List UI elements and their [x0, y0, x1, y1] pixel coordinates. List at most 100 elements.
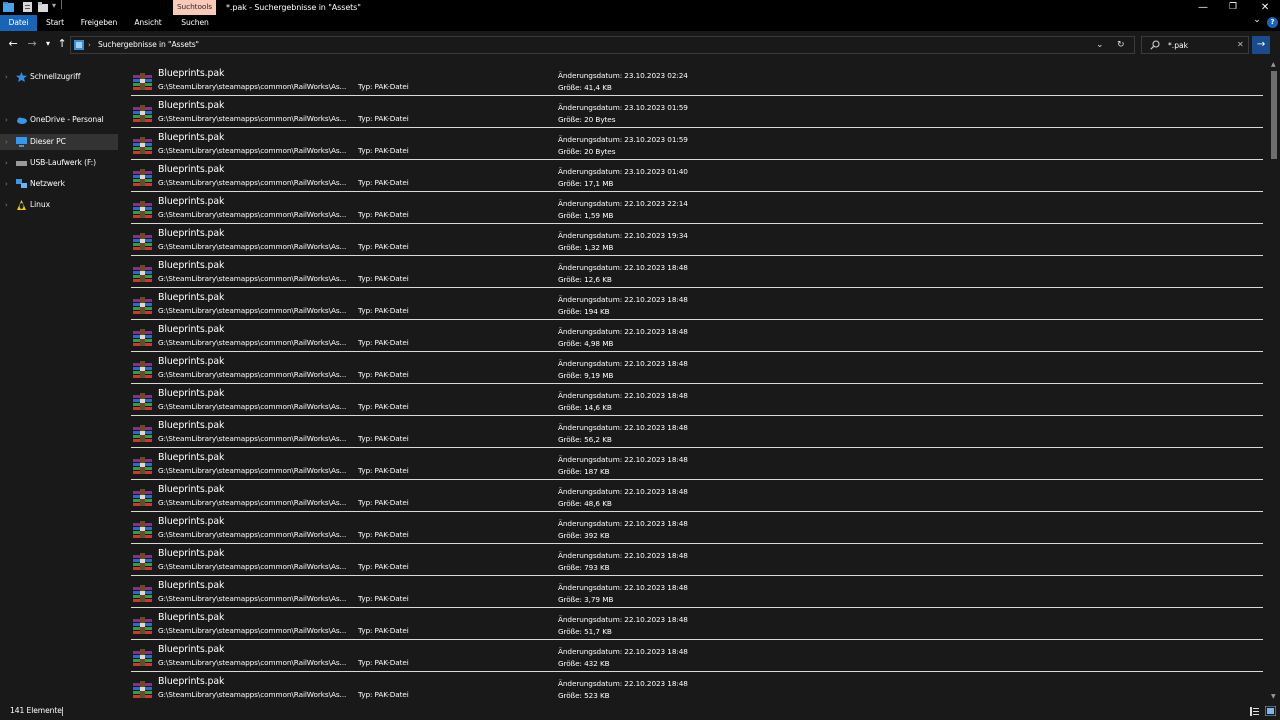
- result-row[interactable]: Blueprints.pak G:\SteamLibrary\steamapps\…: [131, 608, 1263, 640]
- result-row[interactable]: Blueprints.pak G:\SteamLibrary\steamapps\…: [131, 96, 1263, 128]
- file-name: Blueprints.pak: [158, 260, 225, 271]
- search-go-button[interactable]: →: [1252, 36, 1270, 54]
- recent-locations-icon[interactable]: ▾: [41, 37, 55, 51]
- qat-dropdown-icon[interactable]: ▾: [52, 1, 56, 10]
- result-row[interactable]: Blueprints.pak G:\SteamLibrary\steamapps\…: [131, 64, 1263, 96]
- address-dropdown-icon[interactable]: ⌄: [1096, 37, 1104, 53]
- file-modified-date: Änderungsdatum: 22.10.2023 18:48: [558, 679, 688, 688]
- archive-file-icon: [133, 553, 152, 570]
- result-row[interactable]: Blueprints.pak G:\SteamLibrary\steamapps\…: [131, 160, 1263, 192]
- expand-chevron-icon[interactable]: ›: [5, 134, 8, 150]
- nav-item-onedrive[interactable]: › OneDrive - Personal: [0, 112, 118, 128]
- properties-icon[interactable]: [23, 2, 32, 12]
- large-icons-view-icon[interactable]: [1265, 706, 1276, 716]
- search-clear-icon[interactable]: ✕: [1237, 37, 1244, 53]
- tab-freigeben[interactable]: Freigeben: [76, 15, 122, 31]
- file-path: G:\SteamLibrary\steamapps\common\RailWor…: [158, 626, 347, 635]
- expand-chevron-icon[interactable]: ›: [5, 112, 8, 128]
- file-type: Typ: PAK-Datei: [358, 498, 409, 507]
- file-path: G:\SteamLibrary\steamapps\common\RailWor…: [158, 370, 347, 379]
- file-path: G:\SteamLibrary\steamapps\common\RailWor…: [158, 338, 347, 347]
- file-size: Größe: 56,2 KB: [558, 435, 612, 444]
- result-row[interactable]: Blueprints.pak G:\SteamLibrary\steamapps\…: [131, 512, 1263, 544]
- vertical-scrollbar[interactable]: ▲ ▼: [1268, 59, 1280, 702]
- tab-start[interactable]: Start: [38, 15, 72, 31]
- scrollbar-thumb[interactable]: [1271, 71, 1277, 159]
- tab-datei[interactable]: Datei: [0, 15, 37, 31]
- file-modified-date: Änderungsdatum: 22.10.2023 18:48: [558, 487, 688, 496]
- network-icon: [16, 179, 27, 188]
- nav-item-netzwerk[interactable]: › Netzwerk: [0, 176, 118, 192]
- help-icon[interactable]: ?: [1267, 17, 1278, 28]
- address-bar[interactable]: › Suchergebnisse in "Assets" ⌄ ↻: [70, 36, 1135, 54]
- file-modified-date: Änderungsdatum: 22.10.2023 18:48: [558, 327, 688, 336]
- expand-chevron-icon[interactable]: ›: [5, 155, 8, 171]
- result-row[interactable]: Blueprints.pak G:\SteamLibrary\steamapps\…: [131, 288, 1263, 320]
- tab-suchen[interactable]: Suchen: [175, 15, 215, 31]
- back-button[interactable]: ←: [6, 37, 20, 51]
- nav-item-linux[interactable]: › Linux: [0, 197, 118, 213]
- scroll-down-icon[interactable]: ▼: [1271, 693, 1276, 700]
- file-type: Typ: PAK-Datei: [358, 530, 409, 539]
- result-row[interactable]: Blueprints.pak G:\SteamLibrary\steamapps\…: [131, 256, 1263, 288]
- archive-file-icon: [133, 105, 152, 122]
- search-input[interactable]: [1168, 38, 1234, 52]
- file-name: Blueprints.pak: [158, 516, 225, 527]
- new-folder-icon[interactable]: [38, 2, 48, 12]
- restore-button[interactable]: ❐: [1218, 0, 1248, 15]
- file-path: G:\SteamLibrary\steamapps\common\RailWor…: [158, 498, 347, 507]
- file-path: G:\SteamLibrary\steamapps\common\RailWor…: [158, 82, 347, 91]
- file-size: Größe: 793 KB: [558, 563, 610, 572]
- file-size: Größe: 20 Bytes: [558, 147, 616, 156]
- expand-chevron-icon[interactable]: ›: [5, 176, 8, 192]
- file-type: Typ: PAK-Datei: [358, 178, 409, 187]
- result-row[interactable]: Blueprints.pak G:\SteamLibrary\steamapps\…: [131, 224, 1263, 256]
- result-row[interactable]: Blueprints.pak G:\SteamLibrary\steamapps\…: [131, 192, 1263, 224]
- details-view-icon[interactable]: [1250, 707, 1259, 716]
- search-box[interactable]: ✕: [1141, 36, 1249, 54]
- archive-file-icon: [133, 265, 152, 282]
- tab-ansicht[interactable]: Ansicht: [127, 15, 169, 31]
- result-row[interactable]: Blueprints.pak G:\SteamLibrary\steamapps\…: [131, 384, 1263, 416]
- result-row[interactable]: Blueprints.pak G:\SteamLibrary\steamapps\…: [131, 416, 1263, 448]
- file-name: Blueprints.pak: [158, 452, 225, 463]
- archive-file-icon: [133, 521, 152, 538]
- nav-item-schnellzugriff[interactable]: › Schnellzugriff: [0, 69, 118, 85]
- archive-file-icon: [133, 489, 152, 506]
- archive-file-icon: [133, 137, 152, 154]
- result-row[interactable]: Blueprints.pak G:\SteamLibrary\steamapps\…: [131, 576, 1263, 608]
- result-row[interactable]: Blueprints.pak G:\SteamLibrary\steamapps\…: [131, 544, 1263, 576]
- window-title: *.pak - Suchergebnisse in "Assets": [226, 3, 361, 12]
- result-row[interactable]: Blueprints.pak G:\SteamLibrary\steamapps\…: [131, 448, 1263, 480]
- ribbon-expand-icon[interactable]: ⌄: [1250, 12, 1264, 28]
- result-row[interactable]: Blueprints.pak G:\SteamLibrary\steamapps\…: [131, 128, 1263, 160]
- refresh-icon[interactable]: ↻: [1117, 37, 1125, 53]
- file-type: Typ: PAK-Datei: [358, 210, 409, 219]
- result-row[interactable]: Blueprints.pak G:\SteamLibrary\steamapps\…: [131, 480, 1263, 512]
- item-count: 141 Elemente: [10, 706, 62, 715]
- breadcrumb[interactable]: Suchergebnisse in "Assets": [98, 37, 199, 53]
- expand-chevron-icon[interactable]: ›: [5, 69, 8, 85]
- scroll-up-icon[interactable]: ▲: [1271, 61, 1276, 68]
- archive-file-icon: [133, 649, 152, 666]
- file-path: G:\SteamLibrary\steamapps\common\RailWor…: [158, 402, 347, 411]
- file-size: Größe: 41,4 KB: [558, 83, 612, 92]
- forward-button[interactable]: →: [25, 37, 39, 51]
- file-type: Typ: PAK-Datei: [358, 306, 409, 315]
- result-row[interactable]: Blueprints.pak G:\SteamLibrary\steamapps\…: [131, 352, 1263, 384]
- expand-chevron-icon[interactable]: ›: [5, 197, 8, 213]
- minimize-button[interactable]: —: [1188, 0, 1218, 15]
- archive-file-icon: [133, 201, 152, 218]
- nav-item-usb-laufwerk[interactable]: › USB-Laufwerk (F:): [0, 155, 118, 171]
- result-row[interactable]: Blueprints.pak G:\SteamLibrary\steamapps\…: [131, 672, 1263, 702]
- file-type: Typ: PAK-Datei: [358, 338, 409, 347]
- file-type: Typ: PAK-Datei: [358, 658, 409, 667]
- file-type: Typ: PAK-Datei: [358, 562, 409, 571]
- file-type: Typ: PAK-Datei: [358, 82, 409, 91]
- nav-item-dieser-pc[interactable]: › Dieser PC: [0, 134, 118, 150]
- result-row[interactable]: Blueprints.pak G:\SteamLibrary\steamapps\…: [131, 320, 1263, 352]
- up-button[interactable]: ↑: [55, 37, 69, 51]
- result-row[interactable]: Blueprints.pak G:\SteamLibrary\steamapps\…: [131, 640, 1263, 672]
- nav-item-label: Netzwerk: [30, 179, 65, 188]
- nav-item-label: Linux: [30, 200, 50, 209]
